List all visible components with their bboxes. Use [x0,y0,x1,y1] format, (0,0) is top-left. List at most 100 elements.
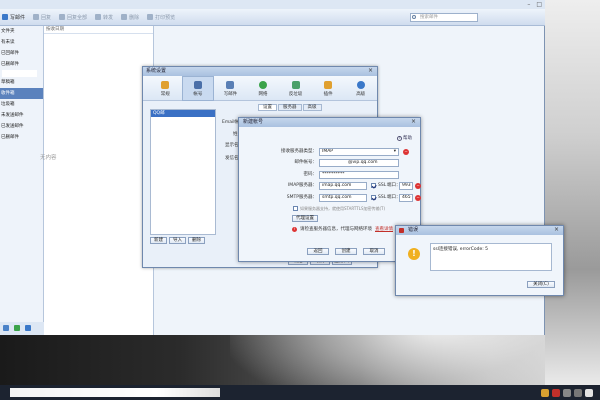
input-method-icon[interactable] [585,388,593,397]
email-row: 邮件帐号： @vip.qq.com [239,159,422,167]
imap-server-field[interactable]: imap.qq.com [319,182,367,190]
imap-port-field[interactable]: 993 [399,182,413,190]
account-list: QQ邮 [150,109,216,235]
tab-antispam[interactable]: 反垃圾 [279,76,312,101]
sidebar-item[interactable]: 有未读 [0,37,43,48]
account-entry[interactable]: QQ邮 [151,110,215,117]
close-icon[interactable]: × [368,67,373,74]
system-tray [541,387,596,398]
new-account-dialog: 新建帐号 × ? 帮助 接收服务器类型： IMAP ▾ − 邮件帐号： @vip.q… [238,117,421,262]
cancel-button[interactable]: 取消 [363,248,385,255]
sidebar-item-selected[interactable]: 收件箱 [0,88,43,99]
sidebar-bottom-bar [0,322,44,335]
new-account-buttons: 返回 创建 取消 [307,248,385,255]
reply-button[interactable]: 回复 [33,14,51,21]
close-icon[interactable]: × [554,226,559,233]
new-account-dialog-title: 新建帐号 [239,118,420,127]
create-button[interactable]: 创建 [335,248,357,255]
subtab-advanced[interactable]: 高级 [302,104,322,111]
delete-label: 删除 [129,14,140,21]
sidebar-item[interactable]: 已发送邮件 [0,121,43,132]
tab-compose[interactable]: 写邮件 [214,76,247,101]
imap-ssl-checkbox[interactable] [371,183,376,188]
help-link[interactable]: ? 帮助 [397,135,412,141]
tab-general[interactable]: 常规 [149,76,182,101]
minimize-icon[interactable]: – [527,1,530,8]
title-bar: – □ [0,0,545,9]
warning-line: ! 请检查服务器信息，代理与网络环境 查看详情 [292,226,393,232]
search-input[interactable]: 搜索邮件 [410,13,478,22]
taskbar [0,385,600,400]
tab-advanced[interactable]: 高级 [344,76,377,101]
account-icon [193,80,202,89]
sort-bar[interactable]: 按收日期 [44,26,153,34]
tab-plugins[interactable]: 插件 [312,76,345,101]
close-button[interactable]: 关闭(C) [527,281,555,288]
back-button[interactable]: 返回 [307,248,329,255]
account-buttons: 新建 导入 删除 [150,237,205,244]
tab-label: 插件 [323,91,333,97]
sidebar-item[interactable]: 未发送邮件 [0,110,43,121]
delete-button[interactable]: 删除 [121,14,139,21]
sidebar-item[interactable]: 已删邮件 [0,132,43,143]
delete-account-button[interactable]: 删除 [188,237,205,244]
warning-text: 请检查服务器信息，代理与网络环境 [300,227,372,232]
starttls-checkbox[interactable] [293,206,298,211]
reply-all-button[interactable]: 回复全部 [59,14,87,21]
settings-dialog-title: 系统设置 [143,67,377,76]
password-field[interactable]: ********** [319,171,399,179]
email-field[interactable]: @vip.qq.com [319,159,399,167]
import-button[interactable]: 导入 [169,237,186,244]
remove-icon[interactable]: − [415,183,421,189]
warning-tray-icon[interactable] [541,388,549,397]
reply-all-icon [59,14,66,20]
app-tray-icon[interactable] [552,388,560,397]
print-preview-button[interactable]: 打印预览 [147,14,175,21]
smtp-port-field[interactable]: 465 [399,194,413,202]
maximize-icon[interactable]: □ [536,1,542,8]
calendar-icon[interactable] [25,325,31,331]
compose-button[interactable]: 写邮件 [2,14,25,21]
sender-name-label: 发信名 [225,156,239,161]
sidebar-item[interactable]: 文件夹 [0,26,43,37]
error-message: ssl连接错误, errorCode: 5 [430,243,552,271]
tab-network[interactable]: 网络 [247,76,280,101]
new-account-button[interactable]: 新建 [150,237,167,244]
advanced-icon [356,80,365,89]
remove-icon[interactable]: − [415,195,421,201]
proxy-settings-button[interactable]: 代理设置 [292,215,318,222]
details-link[interactable]: 查看详情 [375,226,393,232]
contacts-icon[interactable] [14,325,20,331]
smtp-label: SMTP服务器： [286,195,317,200]
tab-account[interactable]: 帐号 [181,76,215,101]
volume-icon[interactable] [563,388,571,397]
network-icon[interactable] [574,388,582,397]
error-title-text: 错误 [408,227,419,233]
tab-label: 反垃圾 [288,91,303,97]
compose-icon [226,80,235,89]
message-list: 按收日期 [44,26,154,335]
imap-label: IMAP服务器： [287,183,317,188]
sidebar-item[interactable]: 垃圾箱 [0,99,43,110]
sidebar-item[interactable]: 已删邮件 [0,59,43,70]
subtab-server[interactable]: 服务器 [278,104,302,111]
forward-button[interactable]: 转发 [95,14,113,21]
mail-view-icon[interactable] [3,325,9,331]
close-icon[interactable]: × [411,118,416,125]
smtp-server-field[interactable]: smtp.qq.com [319,194,367,202]
server-type-select[interactable]: IMAP ▾ [319,148,399,156]
sidebar-item[interactable]: 已回邮件 [0,48,43,59]
sidebar-item[interactable]: 草稿箱 [0,77,43,88]
imap-row: IMAP服务器： imap.qq.com SSL 端口： 993 − [239,182,422,190]
window-controls: – □ [527,1,542,8]
wallpaper-right [545,0,600,385]
sidebar-item[interactable] [2,70,37,77]
forward-icon [95,14,102,20]
empty-message: 无内容 [40,155,57,161]
general-icon [161,80,170,89]
server-type-label: 接收服务器类型： [281,149,317,154]
tab-label: 写邮件 [223,91,238,97]
smtp-ssl-checkbox[interactable] [371,195,376,200]
server-type-row: 接收服务器类型： IMAP ▾ − [239,148,422,156]
subtab-settings[interactable]: 设置 [258,104,277,111]
